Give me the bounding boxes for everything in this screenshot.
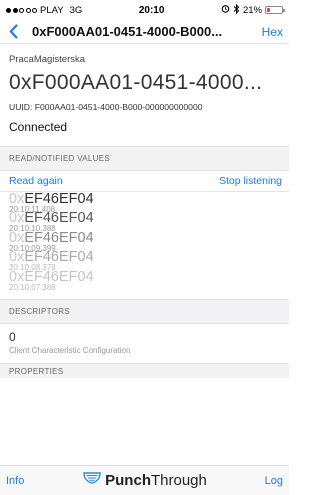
info-button[interactable]: Info (6, 475, 24, 487)
back-button[interactable] (4, 22, 22, 42)
read-again-button[interactable]: Read again (9, 175, 63, 187)
list-item: 0xEF46EF04 20:10:11.408 (9, 192, 289, 214)
descriptor-item: 0 Client Characteristic Configuration (0, 324, 289, 363)
bluetooth-icon (233, 3, 240, 17)
punchthrough-logo-icon (82, 470, 102, 491)
values-actions: Read again Stop listening (0, 171, 289, 192)
stop-listening-button[interactable]: Stop listening (219, 175, 282, 187)
battery-percent: 21% (242, 4, 262, 16)
characteristic-uuid-large: 0xF000AA01-0451-4000... (9, 71, 263, 94)
bottom-toolbar: Info PunchThrough Log (0, 465, 289, 495)
descriptor-label: Client Characteristic Configuration (9, 345, 131, 355)
properties-section-header: PROPERTIES (0, 362, 289, 378)
descriptor-value: 0 (9, 329, 16, 344)
brand-name-bold: Punch (105, 472, 151, 489)
battery-icon (265, 6, 285, 14)
battery-fill (267, 8, 270, 12)
brand-name: PunchThrough (105, 472, 207, 489)
characteristic-header: PracaMagisterska 0xF000AA01-0451-4000...… (0, 44, 289, 146)
clock: 20:10 (138, 4, 165, 16)
network-label: 3G (69, 4, 83, 16)
carrier-label: PLAY (40, 4, 64, 16)
status-bar: PLAY 3G 20:10 21% (0, 0, 289, 20)
connection-status: Connected (9, 120, 68, 134)
list-item: 0xEF46EF04 20:10:09.399 (9, 231, 289, 253)
back-chevron-icon (9, 24, 18, 39)
list-item: 0xEF46EF04 20:10:07.388 (9, 269, 289, 291)
status-left: PLAY 3G (6, 5, 82, 16)
values-list: 0xEF46EF04 20:10:11.408 0xEF46EF04 20:10… (0, 192, 289, 299)
punchthrough-logo: PunchThrough (82, 470, 207, 491)
signal-strength-icon (6, 7, 37, 13)
list-item: 0xEF46EF04 20:10:08.378 (9, 250, 289, 272)
values-section-header: READ/NOTIFIED VALUES (0, 146, 289, 171)
descriptors-section-header: DESCRIPTORS (0, 298, 289, 324)
page-title: 0xF000AA01-0451-4000-B000... (32, 24, 223, 39)
log-button[interactable]: Log (265, 475, 283, 487)
navigation-bar: 0xF000AA01-0451-4000-B000... Hex (0, 20, 289, 44)
hex-toggle-button[interactable]: Hex (262, 25, 283, 39)
characteristic-uuid-full: UUID: F000AA01-0451-4000-B000-0000000000… (9, 102, 203, 112)
list-item: 0xEF46EF04 20:10:10.388 (9, 211, 289, 233)
status-right: 21% (221, 3, 285, 17)
alarm-icon (221, 4, 230, 16)
device-name: PracaMagisterska (9, 54, 86, 65)
brand-name-regular: Through (150, 472, 207, 489)
